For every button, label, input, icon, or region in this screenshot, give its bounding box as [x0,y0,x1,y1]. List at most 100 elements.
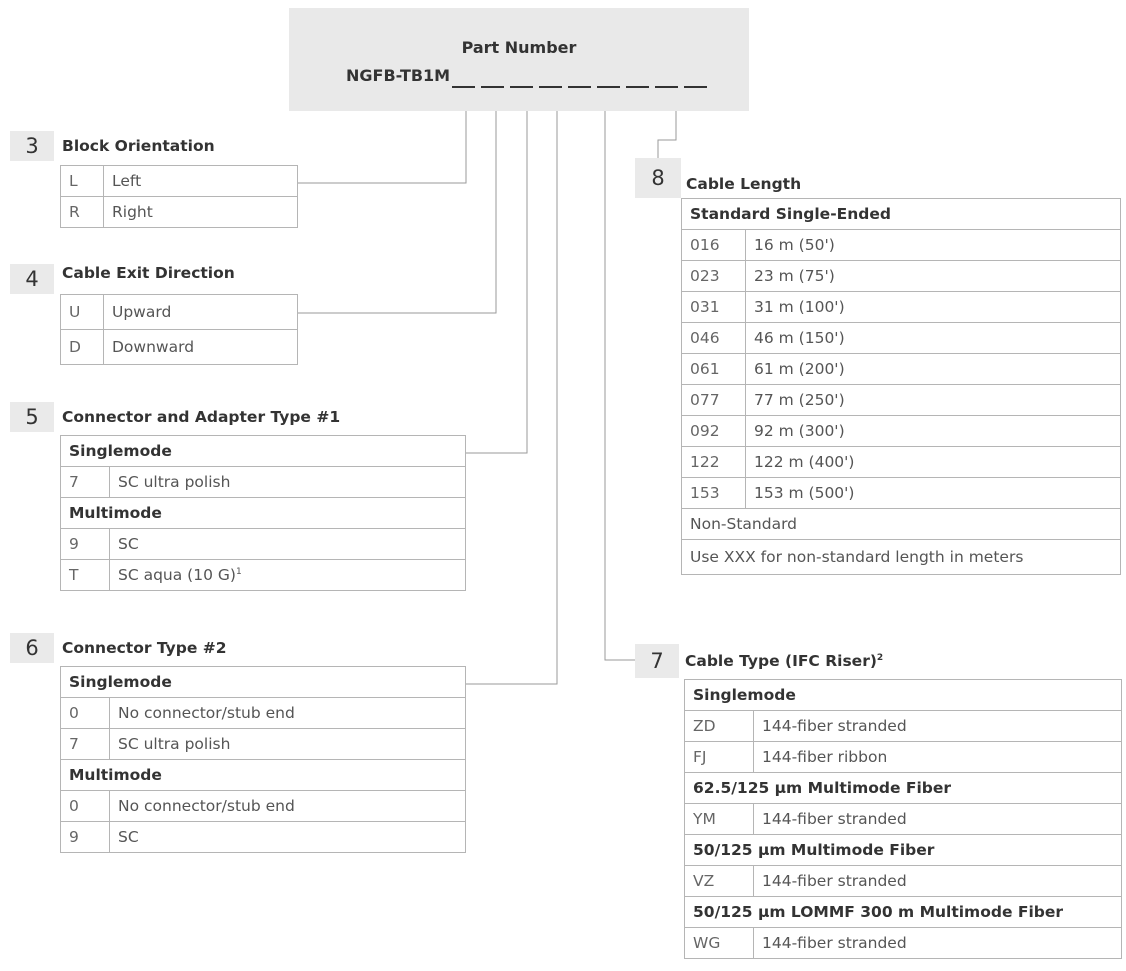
option-label: Downward [103,329,298,365]
cable-exit-direction-table: U Upward D Downward [60,294,298,365]
table-row: 9 SC [60,821,466,853]
group-header: 50/125 µm LOMMF 300 m Multimode Fiber [684,896,1122,928]
option-label: 144-fiber ribbon [753,741,1122,773]
option-code: 031 [681,291,746,323]
table-row: Standard Single-Ended [681,198,1121,230]
table-row: R Right [60,196,298,228]
footnote-marker: 2 [876,652,884,663]
option-code: 122 [681,446,746,478]
group-header: 50/125 µm Multimode Fiber [684,834,1122,866]
option-code: 016 [681,229,746,261]
table-row: YM 144-fiber stranded [684,803,1122,835]
option-label: 153 m (500') [745,477,1121,509]
group-header: Singlemode [60,666,466,698]
table-row: 153 153 m (500') [681,477,1121,509]
option-code: 153 [681,477,746,509]
group-header: Multimode [60,759,466,791]
option-label: 61 m (200') [745,353,1121,385]
table-row: 077 77 m (250') [681,384,1121,416]
option-code: WG [684,927,754,959]
section-7-title-text: Cable Type (IFC Riser) [685,652,877,670]
option-label: 23 m (75') [745,260,1121,292]
table-row: Multimode [60,497,466,529]
option-label: SC [109,821,466,853]
option-code: 046 [681,322,746,354]
option-label: SC ultra polish [109,728,466,760]
table-row: D Downward [60,329,298,365]
option-code: R [60,196,104,228]
option-label: 144-fiber stranded [753,865,1122,897]
table-row: VZ 144-fiber stranded [684,865,1122,897]
slot-4-blank [481,86,504,88]
option-label: 16 m (50') [745,229,1121,261]
option-code: 0 [60,790,110,822]
group-header: Standard Single-Ended [681,198,1121,230]
table-row: L Left [60,165,298,197]
option-code: 9 [60,821,110,853]
option-code: 9 [60,528,110,560]
table-row: FJ 144-fiber ribbon [684,741,1122,773]
option-label: SC ultra polish [109,466,466,498]
nonstandard-note: Use XXX for non-standard length in meter… [681,539,1121,575]
table-row: 7 SC ultra polish [60,728,466,760]
option-code: 061 [681,353,746,385]
group-header: Non-Standard [681,508,1121,540]
section-7-number: 7 [635,644,679,678]
option-label: 122 m (400') [745,446,1121,478]
table-row: 031 31 m (100') [681,291,1121,323]
slot-7a-blank [568,86,591,88]
group-header: 62.5/125 µm Multimode Fiber [684,772,1122,804]
table-row: 061 61 m (200') [681,353,1121,385]
section-6-number: 6 [10,633,54,663]
option-label: 77 m (250') [745,384,1121,416]
section-4-title: Cable Exit Direction [62,264,235,282]
connector-line-6 [466,97,558,685]
section-3-title: Block Orientation [62,137,215,155]
group-header: Singlemode [60,435,466,467]
part-number-title: Part Number [461,38,577,57]
option-label-text: SC aqua (10 G) [118,566,236,584]
option-code: 7 [60,466,110,498]
option-label: 144-fiber stranded [753,927,1122,959]
section-5-title: Connector and Adapter Type #1 [62,408,341,426]
cable-length-table: Standard Single-Ended 016 16 m (50') 023 2… [681,198,1121,575]
table-row: Non-Standard [681,508,1121,540]
table-row: 046 46 m (150') [681,322,1121,354]
connector-type-2-table: Singlemode 0 No connector/stub end 7 SC … [60,666,466,853]
option-code: 0 [60,697,110,729]
option-label: 31 m (100') [745,291,1121,323]
table-row: 0 No connector/stub end [60,790,466,822]
option-label: 92 m (300') [745,415,1121,447]
option-label: Right [103,196,298,228]
section-4-number: 4 [10,264,54,294]
slot-5-blank [510,86,533,88]
slot-6-blank [539,86,562,88]
table-row: 62.5/125 µm Multimode Fiber [684,772,1122,804]
option-code: VZ [684,865,754,897]
table-row: 122 122 m (400') [681,446,1121,478]
slot-8a-blank [626,86,649,88]
option-code: L [60,165,104,197]
option-code: ZD [684,710,754,742]
table-row: 0 No connector/stub end [60,697,466,729]
connector-adapter-type-1-table: Singlemode 7 SC ultra polish Multimode 9… [60,435,466,591]
part-number-prefix: NGFB-TB1M [346,66,451,85]
section-3-number: 3 [10,131,54,161]
table-row: 023 23 m (75') [681,260,1121,292]
table-row: 50/125 µm LOMMF 300 m Multimode Fiber [684,896,1122,928]
table-row: WG 144-fiber stranded [684,927,1122,959]
slot-8b-blank [655,86,678,88]
table-row: 9 SC [60,528,466,560]
table-row: 7 SC ultra polish [60,466,466,498]
option-label: SC [109,528,466,560]
section-5-number: 5 [10,402,54,432]
option-code: U [60,294,104,330]
table-row: 092 92 m (300') [681,415,1121,447]
slot-3-blank [452,86,475,88]
slot-7b-blank [597,86,620,88]
cable-type-table: Singlemode ZD 144-fiber stranded FJ 144-fi… [684,679,1122,959]
section-8-title: Cable Length [686,175,802,193]
option-label: Left [103,165,298,197]
option-label: Upward [103,294,298,330]
table-row: Use XXX for non-standard length in meter… [681,539,1121,575]
